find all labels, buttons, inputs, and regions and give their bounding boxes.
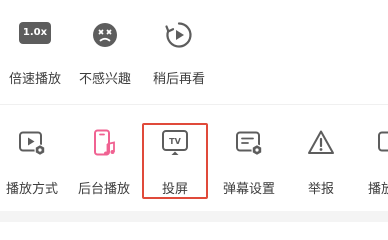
playback-speed-label: 倍速播放	[8, 72, 61, 87]
background-play-option[interactable]: 后台播放	[69, 112, 139, 202]
playback-speed-option[interactable]: 1.0x 倍速播放	[0, 0, 70, 90]
danmaku-settings-icon	[234, 128, 264, 158]
not-interested-label: 不感兴趣	[78, 72, 131, 87]
top-options-row: 1.0x 倍速播放 不感兴趣 稍后再看	[0, 0, 388, 100]
cast-highlight-box	[142, 123, 208, 199]
background-play-label: 后台播放	[77, 182, 130, 197]
watch-later-icon	[164, 20, 194, 50]
play-mode-label: 播放方式	[5, 182, 58, 197]
report-option[interactable]: 举报	[286, 112, 356, 202]
not-interested-option[interactable]: 不感兴趣	[70, 0, 140, 90]
play-option-partial[interactable]: 播放	[352, 112, 388, 202]
danmaku-settings-label: 弹幕设置	[222, 182, 275, 197]
dislike-face-icon	[90, 20, 120, 50]
bottom-bar	[0, 211, 388, 222]
danmaku-settings-option[interactable]: 弹幕设置	[214, 112, 284, 202]
play-mode-option[interactable]: 播放方式	[0, 112, 67, 202]
section-divider	[0, 104, 388, 105]
watch-later-option[interactable]: 稍后再看	[144, 0, 214, 90]
watch-later-label: 稍后再看	[152, 72, 205, 87]
play-mode-icon	[17, 128, 47, 158]
partial-icon	[376, 128, 388, 158]
speed-badge-icon: 1.0x	[19, 22, 51, 44]
more-options-panel: 1.0x 倍速播放 不感兴趣 稍后再看 播放方式 后台播放 TV 投屏 弹幕设置…	[0, 0, 388, 222]
play-partial-label: 播放	[368, 182, 388, 197]
report-label: 举报	[307, 182, 334, 197]
report-warning-icon	[306, 128, 336, 158]
background-play-icon	[89, 128, 119, 158]
